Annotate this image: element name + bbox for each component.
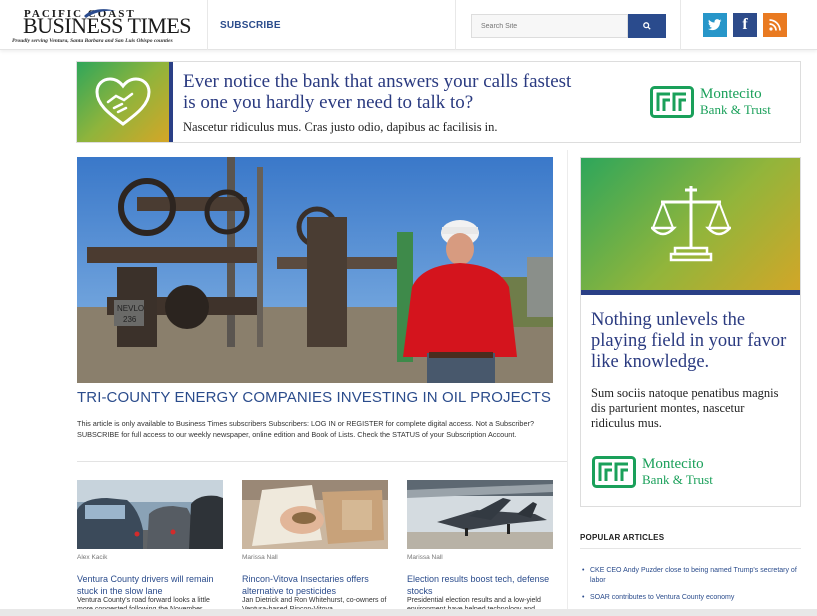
article-card[interactable]: Marissa Nall Rincon-Vitova Insectaries o… (242, 480, 388, 614)
popular-article-link[interactable]: CKE CEO Andy Puzder close to being named… (582, 566, 798, 586)
traffic-photo (77, 480, 223, 549)
header-divider (207, 0, 208, 50)
article-image[interactable] (242, 480, 388, 549)
twitter-button[interactable] (703, 13, 727, 37)
brand-subname: Bank & Trust (700, 102, 771, 117)
search-button[interactable] (628, 14, 666, 38)
article-image[interactable] (77, 480, 223, 549)
article-author: Alex Kacik (77, 554, 108, 561)
svg-text:236: 236 (123, 315, 137, 324)
montecito-bank-logo: Montecito Bank & Trust (650, 86, 771, 118)
ad-icon-panel (77, 62, 169, 142)
logo-tagline: Proudly serving Ventura, Santa Barbara a… (12, 38, 173, 44)
horizontal-scrollbar[interactable] (0, 609, 817, 616)
article-card[interactable]: Marissa Nall Election results boost tech… (407, 480, 553, 614)
popular-article-link[interactable]: SOAR contributes to Ventura County econo… (582, 593, 798, 603)
site-header: PACIFIC COAST BUSINESS TIMES Proudly ser… (0, 0, 817, 50)
ad-accent-bar (581, 290, 800, 295)
article-title[interactable]: Ventura County drivers will remain stuck… (77, 573, 223, 597)
header-divider (455, 0, 456, 50)
article-title[interactable]: Rincon-Vitova Insectaries offers alterna… (242, 573, 388, 597)
article-title[interactable]: Election results boost tech, defense sto… (407, 573, 553, 597)
popular-divider (580, 548, 801, 549)
feature-image[interactable]: NEVLO 236 (77, 157, 553, 383)
feature-summary: This article is only available to Busine… (77, 419, 535, 439)
article-card[interactable]: Alex Kacik Ventura County drivers will r… (77, 480, 223, 614)
popular-articles-heading: POPULAR ARTICLES (580, 533, 665, 542)
ad-accent-bar (169, 62, 173, 142)
section-divider (77, 461, 567, 462)
logo-main-text: BUSINESS TIMES (23, 13, 192, 38)
well-sign-text: NEVLO (117, 304, 144, 313)
site-logo[interactable]: PACIFIC COAST BUSINESS TIMES Proudly ser… (12, 8, 192, 46)
brand-name: Montecito (642, 456, 704, 472)
twitter-icon (708, 19, 722, 31)
jet-photo (407, 480, 553, 549)
scales-of-justice-icon (650, 186, 731, 262)
ad-headline: Nothing unlevels the playing field in yo… (591, 310, 787, 372)
montecito-logo-icon (592, 456, 636, 488)
montecito-logo-icon (650, 86, 694, 118)
feature-headline[interactable]: TRI-COUNTY ENERGY COMPANIES INVESTING IN… (77, 389, 557, 406)
banner-advertisement[interactable]: Ever notice the bank that answers your c… (76, 61, 801, 143)
header-divider (680, 0, 681, 50)
article-image[interactable] (407, 480, 553, 549)
subscribe-link[interactable]: SUBSCRIBE (220, 20, 281, 31)
search-input[interactable] (471, 14, 628, 38)
sidebar-advertisement[interactable]: Nothing unlevels the playing field in yo… (580, 157, 801, 507)
ad-headline: Ever notice the bank that answers your c… (183, 71, 572, 113)
rss-button[interactable] (763, 13, 787, 37)
rss-icon (769, 19, 781, 31)
ad-subtext: Sum sociis natoque penatibus magnis dis … (591, 386, 779, 430)
ad-icon-panel (581, 158, 800, 290)
popular-articles-list: CKE CEO Andy Puzder close to being named… (582, 566, 798, 610)
brand-subname: Bank & Trust (642, 472, 713, 487)
facebook-button[interactable]: f (733, 13, 757, 37)
search-icon (643, 22, 651, 30)
oil-field-photo: NEVLO 236 (77, 157, 553, 383)
column-divider (567, 150, 568, 616)
heart-handshake-icon (95, 77, 151, 126)
article-author: Marissa Nall (407, 554, 443, 561)
article-author: Marissa Nall (242, 554, 278, 561)
ad-subtext: Nascetur ridiculus mus. Cras justo odio,… (183, 120, 498, 134)
montecito-bank-logo: Montecito Bank & Trust (592, 456, 713, 488)
insect-bags-photo (242, 480, 388, 549)
facebook-icon: f (742, 16, 748, 33)
brand-name: Montecito (700, 86, 762, 102)
